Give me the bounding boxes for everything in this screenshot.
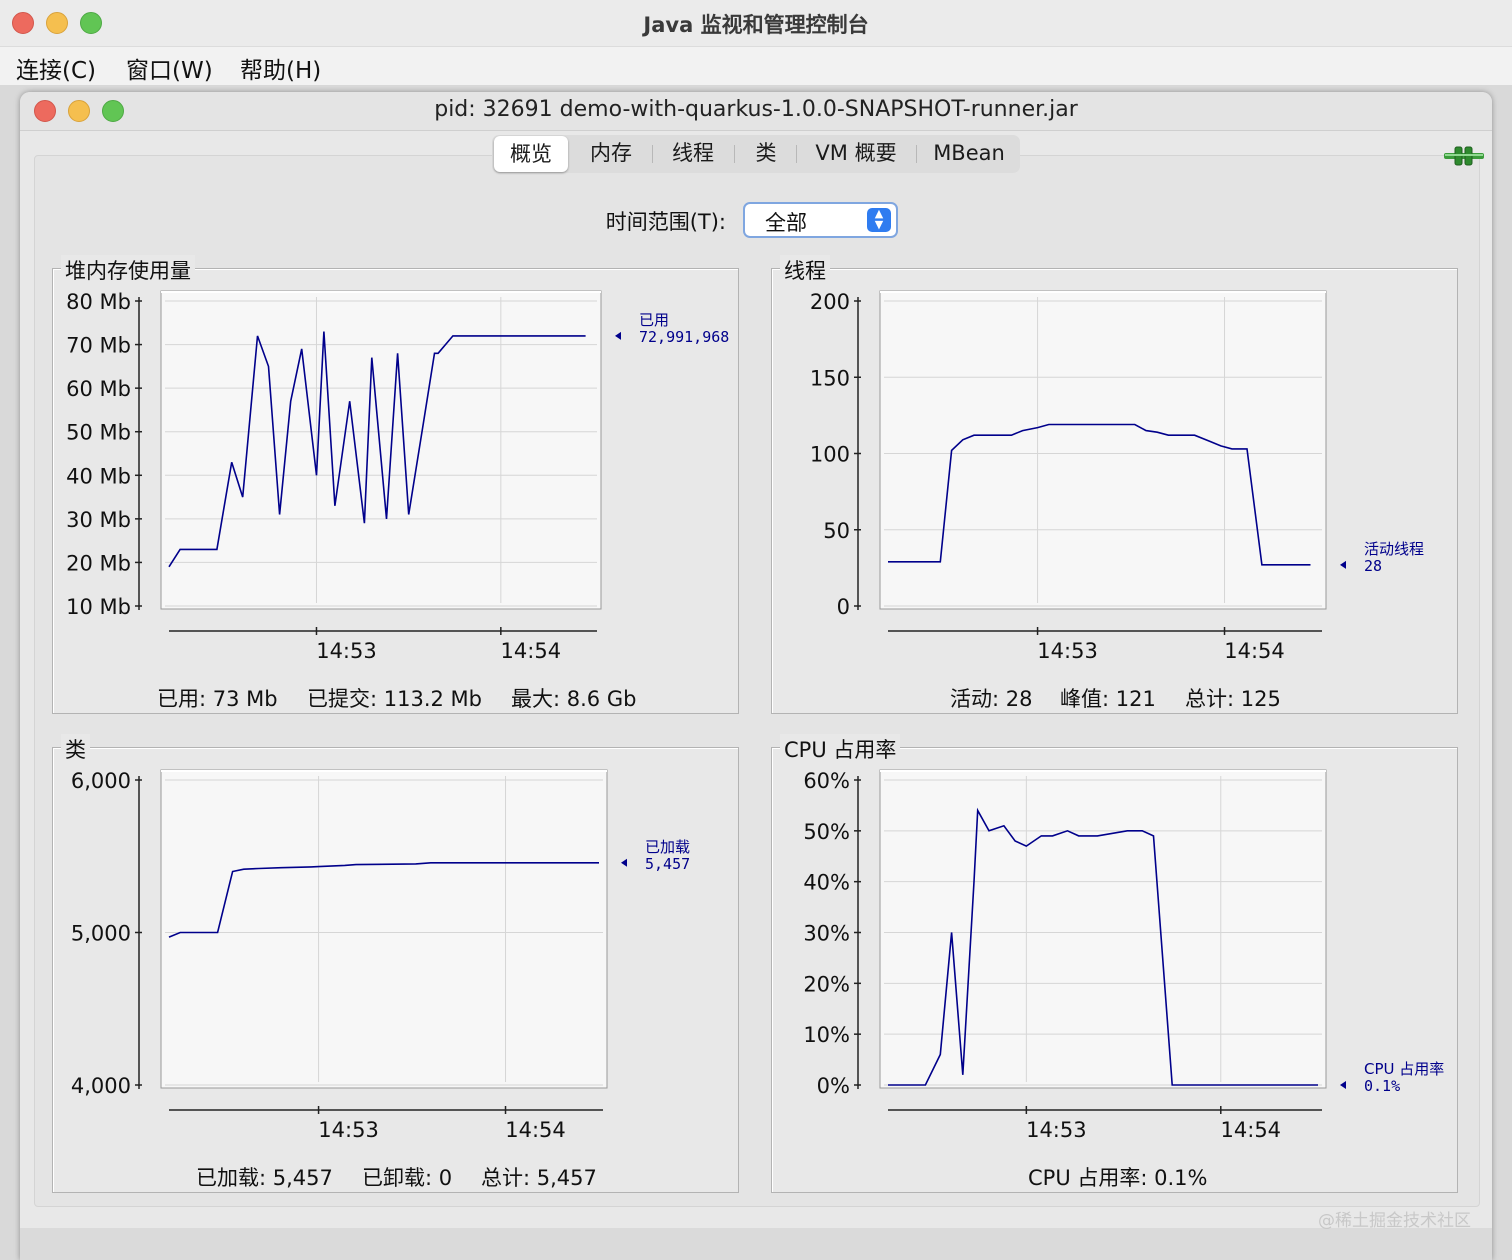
x-tick-label: 14:53 (1026, 1118, 1087, 1142)
y-tick-label: 100 (810, 443, 850, 467)
y-tick-label: 40 Mb (66, 464, 131, 488)
tab-overview[interactable]: 概览 (494, 136, 568, 172)
x-tick-label: 14:54 (501, 639, 562, 663)
x-tick-label: 14:54 (1221, 1118, 1282, 1142)
tab-classes[interactable]: 类 (738, 135, 794, 171)
y-tick-label: 70 Mb (66, 334, 131, 358)
plot-area (879, 769, 1327, 1089)
legend-label: CPU 占用率 (1364, 1060, 1444, 1078)
heap-used-value: 已用: 73 Mb (157, 687, 278, 711)
x-tick-label: 14:53 (316, 639, 377, 663)
tab-vm-summary[interactable]: VM 概要 (800, 135, 912, 171)
heap-memory-panel: 堆内存使用量 10 Mb 20 Mb 30 Mb 40 Mb 50 Mb 60 Mb 70 … (52, 255, 739, 714)
y-tick-label: 40% (803, 871, 850, 895)
y-tick-label: 60% (803, 769, 850, 793)
series-marker (615, 331, 621, 340)
tab-separator (916, 145, 917, 163)
y-tick-label: 6,000 (71, 769, 131, 793)
menu-window[interactable]: 窗口(W) (126, 51, 213, 85)
series-marker (1340, 560, 1346, 569)
menubar: 连接(C) 窗口(W) 帮助(H) (0, 46, 1512, 86)
cpu-usage-chart: 0% 10% 20% 30% 40% 50% 60% 14:53 14:54 CPU 占用率0.1… (803, 769, 1444, 1142)
y-tick-label: 80 Mb (66, 290, 131, 314)
time-range-value: 全部 (765, 211, 807, 235)
connection-plug-icon[interactable] (1444, 144, 1484, 168)
classes-panel: 类 4,000 5,000 6,000 14:53 14:54 已加载 5,457 已加载:… (52, 734, 739, 1193)
threads-live-value: 活动: 28 (950, 687, 1033, 711)
threads-chart: 0 50 100 150 200 14:53 14:54 活动线程28 (810, 290, 1424, 663)
plot-area (879, 290, 1327, 610)
series-marker (621, 858, 627, 867)
y-tick-label: 20% (803, 972, 850, 996)
legend-value: 72,991,968 (639, 328, 729, 346)
x-tick-label: 14:53 (1037, 639, 1098, 663)
tab-separator (734, 145, 735, 163)
menu-connect[interactable]: 连接(C) (16, 51, 96, 85)
tab-mbean[interactable]: MBean (920, 135, 1018, 171)
series-marker (1340, 1081, 1346, 1089)
threads-total-value: 总计: 125 (1185, 687, 1281, 711)
tab-memory[interactable]: 内存 (574, 135, 648, 171)
tab-separator (796, 145, 797, 163)
menu-help[interactable]: 帮助(H) (240, 51, 321, 85)
y-tick-label: 200 (810, 290, 850, 314)
stepper-arrows-icon: ▲ ▼ (867, 208, 891, 232)
y-tick-label: 50 Mb (66, 421, 131, 445)
legend-value: 5,457 (645, 855, 690, 873)
status-strip (20, 1228, 1492, 1260)
app-title: Java 监视和管理控制台 (643, 13, 869, 37)
y-tick-label: 10% (803, 1023, 850, 1047)
legend-label: 已用 (639, 311, 669, 329)
time-range-label: 时间范围(T): (605, 210, 726, 234)
y-tick-label: 50% (803, 820, 850, 844)
x-tick-label: 14:54 (1224, 639, 1285, 663)
heap-max-value: 最大: 8.6 Gb (511, 687, 637, 711)
time-range-select[interactable]: 全部 ▲ ▼ (743, 202, 898, 238)
classes-total-value: 总计: 5,457 (481, 1166, 597, 1190)
heap-committed-value: 已提交: 113.2 Mb (307, 687, 482, 711)
tab-bar: 概览 内存 线程 类 VM 概要 MBean (492, 135, 1020, 173)
legend-value: 0.1% (1364, 1077, 1400, 1095)
y-tick-label: 4,000 (71, 1074, 131, 1098)
watermark: @稀土掘金技术社区 (1318, 1211, 1471, 1231)
y-tick-label: 50 (823, 519, 850, 543)
cpu-usage-value: CPU 占用率: 0.1% (1028, 1166, 1208, 1190)
legend-label: 活动线程 (1364, 540, 1424, 558)
y-tick-label: 0 (837, 595, 850, 619)
y-tick-label: 150 (810, 366, 850, 390)
threads-panel: 线程 0 50 100 150 200 14:53 14:54 活动线程 28 活动: 28 峰… (771, 255, 1458, 714)
y-tick-label: 5,000 (71, 922, 131, 946)
y-tick-label: 20 Mb (66, 551, 131, 575)
tab-separator (652, 145, 653, 163)
y-tick-label: 30% (803, 922, 850, 946)
legend-value: 28 (1364, 557, 1382, 575)
x-tick-label: 14:54 (505, 1118, 566, 1142)
y-tick-label: 30 Mb (66, 508, 131, 532)
internal-frame-title: pid: 32691 demo-with-quarkus-1.0.0-SNAPS… (434, 97, 1078, 122)
classes-unloaded-value: 已卸载: 0 (362, 1166, 453, 1190)
cpu-usage-panel: CPU 占用率 0% 10% 20% 30% 40% 50% 60% 14:53 14:54 CP… (771, 734, 1458, 1193)
threads-peak-value: 峰值: 121 (1060, 687, 1156, 711)
heap-memory-chart: 10 Mb 20 Mb 30 Mb 40 Mb 50 Mb 60 Mb 70 Mb 80 Mb… (66, 290, 729, 663)
x-tick-label: 14:53 (318, 1118, 379, 1142)
y-tick-label: 0% (817, 1074, 850, 1098)
y-tick-label: 60 Mb (66, 377, 131, 401)
classes-chart: 4,000 5,000 6,000 14:53 14:54 已加载5,457 (71, 769, 690, 1142)
legend-label: 已加载 (645, 838, 690, 856)
tab-threads[interactable]: 线程 (656, 135, 730, 171)
y-tick-label: 10 Mb (66, 595, 131, 619)
plot-area (160, 769, 608, 1089)
classes-loaded-value: 已加载: 5,457 (196, 1166, 333, 1190)
